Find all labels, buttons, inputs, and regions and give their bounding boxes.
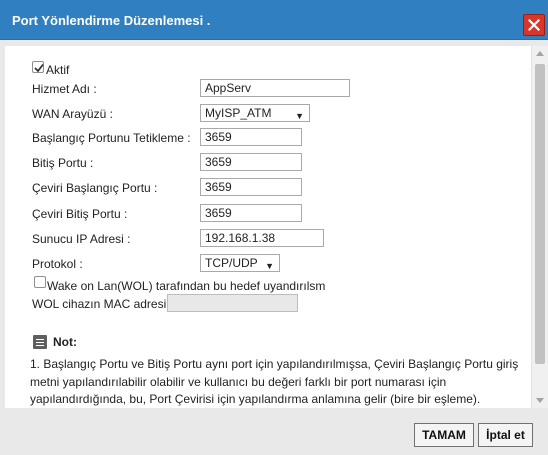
- dialog-titlebar: Port Yönlendirme Düzenlemesi .: [0, 0, 548, 40]
- translation-start-port-input[interactable]: 3659: [200, 178, 302, 196]
- service-name-row: Hizmet Adı : AppServ: [5, 79, 531, 99]
- dialog-footer: TAMAM İptal et: [0, 408, 548, 455]
- translation-end-port-input[interactable]: 3659: [200, 204, 302, 222]
- service-name-label: Hizmet Adı :: [32, 82, 97, 96]
- dialog-content: Aktif Hizmet Adı : AppServ WAN Arayüzü :…: [5, 46, 531, 408]
- note-title: Not:: [53, 335, 77, 349]
- protocol-value: TCP/UDP: [205, 256, 258, 270]
- end-port-row: Bitiş Portu : 3659: [5, 153, 531, 173]
- trigger-start-port-input[interactable]: 3659: [200, 128, 302, 146]
- wan-interface-label: WAN Arayüzü :: [32, 107, 113, 121]
- wol-mac-label: WOL cihazın MAC adresi: [32, 297, 167, 311]
- wol-checkbox[interactable]: [34, 276, 46, 288]
- translation-start-port-row: Çeviri Başlangıç Portu : 3659: [5, 178, 531, 198]
- protocol-row: Protokol : TCP/UDP ▼: [5, 254, 531, 274]
- checkmark-icon: [34, 63, 44, 73]
- chevron-down-icon: ▼: [295, 111, 304, 121]
- scroll-thumb[interactable]: [535, 64, 545, 364]
- dialog-title: Port Yönlendirme Düzenlemesi .: [12, 13, 211, 28]
- active-row: Aktif: [5, 60, 531, 80]
- translation-end-port-row: Çeviri Bitiş Portu : 3659: [5, 204, 531, 224]
- translation-start-port-label: Çeviri Başlangıç Portu :: [32, 181, 158, 195]
- wol-mac-input[interactable]: [167, 294, 298, 312]
- close-button[interactable]: [523, 14, 545, 36]
- trigger-start-port-label: Başlangıç Portunu Tetikleme :: [32, 131, 191, 145]
- wan-interface-value: MyISP_ATM: [205, 106, 272, 120]
- protocol-select[interactable]: TCP/UDP ▼: [200, 254, 280, 272]
- protocol-label: Protokol :: [32, 257, 83, 271]
- server-ip-label: Sunucu IP Adresi :: [32, 232, 131, 246]
- end-port-input[interactable]: 3659: [200, 153, 302, 171]
- active-label: Aktif: [46, 63, 70, 77]
- server-ip-row: Sunucu IP Adresi : 192.168.1.38: [5, 229, 531, 249]
- content-scrollbar[interactable]: [531, 46, 548, 408]
- active-checkbox[interactable]: [32, 61, 44, 73]
- translation-end-port-label: Çeviri Bitiş Portu :: [32, 207, 128, 221]
- cancel-button[interactable]: İptal et: [478, 423, 533, 447]
- note-icon: [33, 335, 47, 349]
- wol-label: Wake on Lan(WOL) tarafından bu hedef uya…: [47, 279, 326, 293]
- service-name-input[interactable]: AppServ: [200, 79, 350, 97]
- wan-interface-select[interactable]: MyISP_ATM ▼: [200, 104, 310, 122]
- scroll-up-icon[interactable]: [536, 51, 544, 56]
- scroll-down-icon[interactable]: [536, 398, 544, 403]
- ok-button[interactable]: TAMAM: [414, 423, 474, 447]
- wol-mac-row: WOL cihazın MAC adresi: [5, 294, 531, 314]
- trigger-start-port-row: Başlangıç Portunu Tetikleme : 3659: [5, 128, 531, 148]
- server-ip-input[interactable]: 192.168.1.38: [200, 229, 324, 247]
- note-text: 1. Başlangıç Portu ve Bitiş Portu aynı p…: [30, 357, 519, 406]
- close-icon: [528, 19, 540, 31]
- chevron-down-icon: ▼: [265, 261, 274, 271]
- end-port-label: Bitiş Portu :: [32, 156, 94, 170]
- wol-row: Wake on Lan(WOL) tarafından bu hedef uya…: [5, 276, 531, 296]
- wan-interface-row: WAN Arayüzü : MyISP_ATM ▼: [5, 104, 531, 124]
